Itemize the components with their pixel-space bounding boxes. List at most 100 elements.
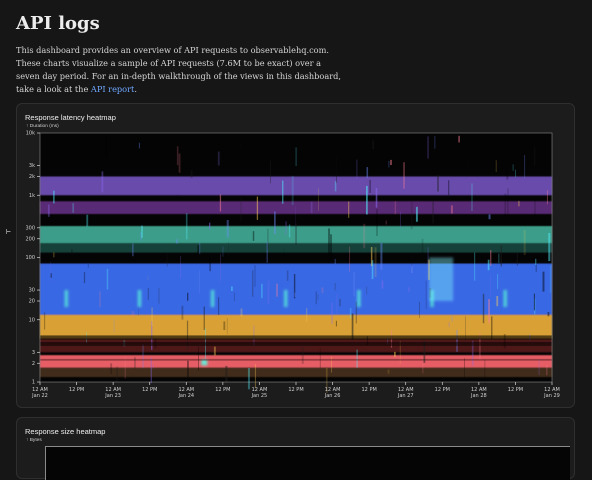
heatmap-noise-strip <box>374 247 377 277</box>
heatmap-noise-strip <box>407 287 410 292</box>
heatmap-noise-strip <box>231 286 233 291</box>
heatmap-noise-strip <box>295 223 297 246</box>
heatmap-noise-strip <box>471 183 473 211</box>
y-tick-label: 100 <box>25 255 35 261</box>
heatmap-noise-strip <box>142 344 145 368</box>
y-tick-label: 10k <box>26 131 35 137</box>
heatmap-noise-strip <box>86 214 89 227</box>
heatmap-noise-strip <box>47 204 50 217</box>
heatmap-noise-strip <box>213 346 216 356</box>
heatmap-bands <box>40 176 552 378</box>
heatmap-noise-strip <box>381 280 384 289</box>
latency-heatmap-chart: 10k3k2k1k30020010030201032112 AMJan 2212… <box>25 131 559 399</box>
heatmap-spike <box>137 290 142 308</box>
heatmap-noise-strip <box>495 160 497 173</box>
intro-text-body: This dashboard provides an overview of A… <box>16 45 341 94</box>
heatmap-band-1 <box>40 201 552 214</box>
heatmap-noise-strip <box>403 162 405 189</box>
heatmap-noise-strip <box>267 228 269 250</box>
heatmap-noise-strip <box>427 247 429 267</box>
heatmap-noise-strip <box>134 357 136 369</box>
heatmap-noise-strip <box>50 273 52 278</box>
heatmap-noise-strip <box>106 268 109 290</box>
heatmap-noise-strip <box>376 209 378 236</box>
heatmap-noise-strip <box>286 270 289 281</box>
heatmap-noise-strip <box>482 293 485 324</box>
heatmap-noise-strip <box>101 171 104 193</box>
heatmap-noise-strip <box>209 222 211 230</box>
heatmap-noise-strip <box>295 147 298 167</box>
x-tick-label: 12 PM <box>435 387 450 393</box>
heatmap-noise-strip <box>282 161 284 173</box>
heatmap-noise-strip <box>239 142 242 149</box>
heatmap-noise-strip <box>318 188 319 211</box>
heatmap-noise-strip <box>305 308 308 322</box>
heatmap-noise-strip <box>437 175 439 192</box>
heatmap-noise-strip <box>110 363 113 374</box>
heatmap-noise-strip <box>334 258 336 265</box>
heatmap-noise-strip <box>266 241 268 263</box>
api-report-link[interactable]: API report <box>91 84 134 94</box>
heatmap-noise-strip <box>410 201 413 230</box>
heatmap-noise-strip <box>349 308 352 319</box>
heatmap-noise-strip <box>147 275 149 281</box>
heatmap-noise-strip <box>247 368 250 390</box>
heatmap-band-4 <box>40 263 552 315</box>
heatmap-noise-strip <box>276 283 278 297</box>
heatmap-dark-gap-1 <box>40 341 552 346</box>
heatmap-noise-strip <box>432 201 434 224</box>
heatmap-noise-strip <box>105 135 108 157</box>
x-tick-date-label: Jan 25 <box>251 393 268 399</box>
heatmap-noise-strip <box>348 201 350 218</box>
y-tick-label: 10 <box>29 317 35 323</box>
heatmap-spike <box>283 290 288 308</box>
x-tick-date-label: Jan 24 <box>177 393 194 399</box>
intro-text-suffix: . <box>134 84 137 94</box>
heatmap-noise-strip <box>199 242 201 255</box>
intro-text: This dashboard provides an overview of A… <box>16 44 342 96</box>
heatmap-noise-strip <box>147 287 150 300</box>
heatmap-noise-strip <box>252 270 254 297</box>
heatmap-noise-strip <box>328 228 330 254</box>
y-tick-label: 20 <box>29 299 35 305</box>
heatmap-noise-strip <box>534 147 536 167</box>
heatmap-noise-strip <box>506 168 509 180</box>
heatmap-noise-strip <box>465 316 466 346</box>
page-title: API logs <box>16 13 100 34</box>
heatmap-noise-strip <box>334 283 336 291</box>
heatmap-noise-strip <box>175 239 178 244</box>
heatmap-noise-strip <box>197 245 200 254</box>
heatmap-noise-strip <box>496 295 499 307</box>
heatmap-noise-strip <box>261 283 263 299</box>
heatmap-noise-strip <box>185 213 188 240</box>
heatmap-noise-strip <box>535 258 537 265</box>
heatmap-noise-strip <box>288 224 291 238</box>
heatmap-noise-strip <box>270 160 271 184</box>
heatmap-noise-strip <box>542 271 545 292</box>
size-heatmap-title: Response size heatmap <box>25 427 106 436</box>
heatmap-noise-strip <box>504 193 507 219</box>
heatmap-noise-strip <box>240 197 242 222</box>
heatmap-noise-strip <box>285 221 287 235</box>
heatmap-noise-strip <box>448 322 450 328</box>
heatmap-noise-strip <box>291 175 294 205</box>
x-tick-date-label: Jan 26 <box>324 393 341 399</box>
heatmap-noise-strip <box>222 246 224 257</box>
heatmap-noise-strip <box>356 349 358 368</box>
heatmap-noise-strip <box>133 311 135 318</box>
heatmap-noise-strip <box>180 255 182 279</box>
y-tick-label: 1k <box>29 193 35 199</box>
heatmap-spike <box>64 290 69 308</box>
heatmap-noise-strip <box>301 346 304 364</box>
heatmap-noise-strip <box>385 220 387 225</box>
x-tick-date-label: Jan 28 <box>470 393 487 399</box>
size-y-axis-label: ↑ Bytes <box>26 438 42 443</box>
heatmap-noise-strip <box>371 260 374 280</box>
heatmap-noise-strip <box>349 246 351 272</box>
heatmap-noise-strip <box>375 188 378 208</box>
heatmap-noise-strip <box>281 180 284 204</box>
heatmap-noise-strip <box>240 308 243 317</box>
heatmap-noise-strip <box>113 319 115 333</box>
heatmap-noise-strip <box>507 188 509 219</box>
heatmap-noise-strip <box>490 250 492 266</box>
